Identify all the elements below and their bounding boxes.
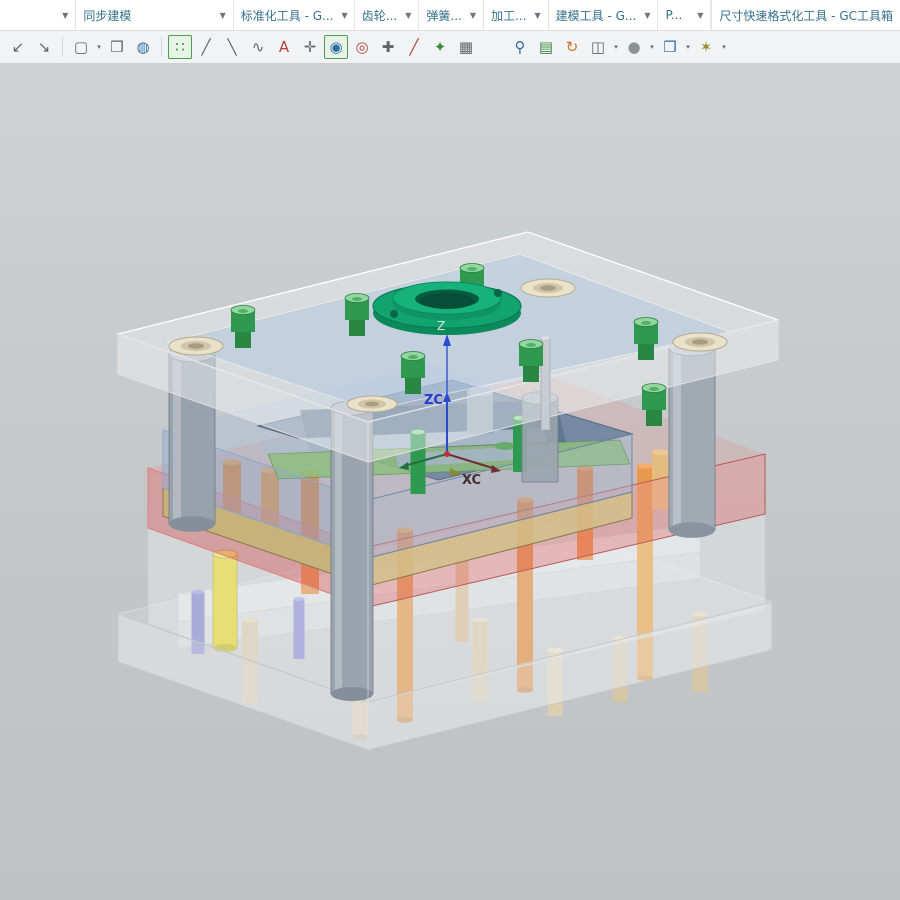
tab-machining[interactable]: 加工... ▼ (484, 0, 549, 30)
tab-label: 弹簧... (426, 8, 462, 23)
tab-label: 齿轮... (361, 8, 398, 23)
chevron-down-icon: ▼ (469, 10, 477, 20)
locating-ring[interactable] (372, 281, 522, 335)
z-axis-label: Z (437, 319, 445, 333)
bushing (168, 336, 224, 356)
point-icon[interactable]: ✚ (376, 35, 400, 59)
pan-arrow-icon[interactable]: ↙ (6, 35, 30, 59)
ring-screw (494, 289, 502, 297)
shaded-view-icon[interactable]: ● (622, 35, 646, 59)
tab-gc-toolbox[interactable]: 尺寸快速格式化工具 - GC工具箱 (711, 0, 900, 30)
datum-plane-icon[interactable]: ✛ (298, 35, 322, 59)
zc-axis-label: ZC (424, 393, 443, 408)
ellipse-icon[interactable]: ◎ (350, 35, 374, 59)
tab-spring[interactable]: 弹簧... ▼ (419, 0, 485, 30)
tab-standard-tools[interactable]: 标准化工具 - G... ▼ (234, 0, 355, 30)
line-icon[interactable]: ╱ (194, 35, 218, 59)
tab-gear[interactable]: 齿轮... ▼ (355, 0, 420, 30)
tab-label: 同步建模 (83, 8, 132, 23)
cube-icon[interactable]: ❒ (105, 35, 129, 59)
window-layout-icon[interactable]: ◫ (586, 35, 610, 59)
calculator-icon[interactable]: ▦ (454, 35, 478, 59)
magic-wand-icon[interactable]: ✶ (694, 35, 718, 59)
main-toolbar: ↙ ↘ ▢ ▾ ❒ ◍ ∷ ╱ ╲ ∿ A ✛ ◉ ◎ ✚ ╱ ✦ ▦ ⚲ ▤ … (0, 31, 900, 64)
tab-label: P... (665, 8, 683, 22)
zoom-window-icon[interactable]: ⚲ (508, 35, 532, 59)
toolbar-separator (161, 37, 162, 57)
tab-modeling-tools[interactable]: 建模工具 - G... ▼ (549, 0, 659, 30)
tab-home[interactable]: ▼ (0, 0, 77, 30)
sketch-line-icon[interactable]: ╱ (402, 35, 426, 59)
chevron-down-icon: ▼ (62, 10, 69, 20)
select-rect-icon[interactable]: ▢ (69, 35, 93, 59)
toolbar-separator (62, 37, 63, 57)
xc-axis-label: XC (462, 473, 481, 488)
chevron-down-icon: ▼ (219, 10, 226, 20)
chevron-down-icon[interactable]: ▾ (648, 43, 656, 51)
chevron-down-icon: ▼ (405, 10, 412, 20)
snap-point-icon[interactable]: ∷ (168, 35, 192, 59)
bushing (346, 395, 398, 413)
chevron-down-icon: ▼ (697, 10, 704, 20)
orient-view-icon[interactable]: ❒ (658, 35, 682, 59)
ring-screw (390, 310, 398, 318)
chevron-down-icon: ▼ (534, 10, 541, 20)
chevron-down-icon[interactable]: ▾ (95, 43, 103, 51)
spline-icon[interactable]: ∿ (246, 35, 270, 59)
chevron-down-icon: ▼ (341, 10, 348, 20)
refresh-icon[interactable]: ↻ (560, 35, 584, 59)
chevron-down-icon[interactable]: ▾ (612, 43, 620, 51)
graphics-viewport[interactable]: Z ZC XC (0, 64, 900, 900)
circle-center-icon[interactable]: ◉ (324, 35, 348, 59)
mold-3d-model[interactable]: Z ZC XC (0, 64, 900, 900)
tab-synchronous-modeling[interactable]: 同步建模 ▼ (76, 0, 234, 30)
tab-label: 标准化工具 - G... (240, 8, 334, 23)
tab-p[interactable]: P... ▼ (658, 0, 712, 30)
origin-point (444, 451, 450, 457)
image-icon[interactable]: ▤ (534, 35, 558, 59)
chevron-down-icon[interactable]: ▾ (720, 43, 728, 51)
menu-tab-bar: ▼ 同步建模 ▼ 标准化工具 - G... ▼ 齿轮... ▼ 弹簧... ▼ … (0, 0, 900, 31)
tab-label: 建模工具 - G... (555, 8, 637, 23)
polyline-icon[interactable]: ╲ (220, 35, 244, 59)
cylinder-icon[interactable]: ◍ (131, 35, 155, 59)
wcs-dynamics-icon[interactable]: ✦ (428, 35, 452, 59)
bushing (672, 332, 728, 352)
chevron-down-icon: ▼ (644, 10, 651, 20)
copy-arrow-icon[interactable]: ↘ (32, 35, 56, 59)
tab-label: 尺寸快速格式化工具 - GC工具箱 (719, 8, 893, 23)
chevron-down-icon[interactable]: ▾ (684, 43, 692, 51)
text-icon[interactable]: A (272, 35, 296, 59)
bushing (520, 278, 576, 298)
tab-label: 加工... (491, 8, 527, 23)
